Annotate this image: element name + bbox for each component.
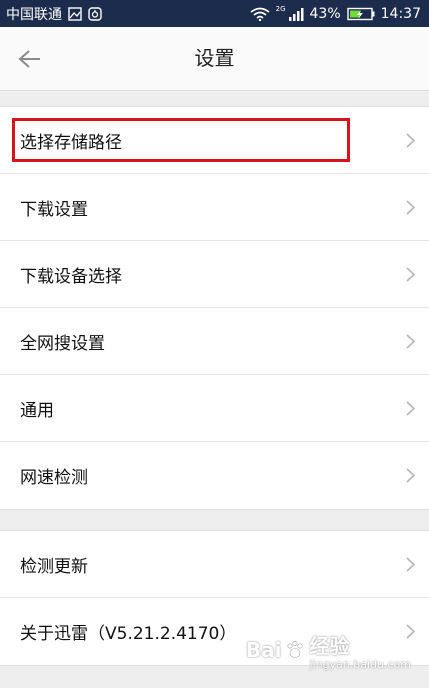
notification-icon	[88, 6, 102, 21]
wifi-icon	[250, 7, 270, 21]
settings-group-main: 选择存储路径 下载设置 下载设备选择 全网搜设置 通用 网速检测	[0, 106, 429, 510]
clock: 14:37	[380, 5, 421, 22]
battery-percent: 43%	[309, 5, 341, 22]
settings-item-general[interactable]: 通用	[0, 375, 429, 442]
settings-item-label: 选择存储路径	[20, 132, 122, 153]
settings-item-label: 下载设备选择	[20, 266, 122, 287]
settings-item-label: 检测更新	[20, 556, 88, 577]
settings-item-web-search[interactable]: 全网搜设置	[0, 308, 429, 375]
settings-item-label: 通用	[20, 400, 54, 421]
settings-group-about: 检测更新 关于迅雷（V5.21.2.4170）	[0, 530, 429, 666]
settings-item-speed-test[interactable]: 网速检测	[0, 442, 429, 509]
status-left: 中国联通	[6, 4, 102, 24]
image-icon	[68, 6, 82, 21]
chevron-right-icon	[406, 401, 415, 416]
page-title: 设置	[194, 46, 235, 70]
battery-icon	[346, 7, 375, 21]
settings-item-check-update[interactable]: 检测更新	[0, 531, 429, 598]
app-header: 设置	[0, 27, 429, 91]
chevron-right-icon	[406, 557, 415, 572]
settings-item-label: 网速检测	[20, 468, 88, 488]
settings-item-label: 关于迅雷（V5.21.2.4170）	[20, 624, 237, 644]
network-type-label: 2G	[275, 4, 286, 13]
settings-item-label: 全网搜设置	[20, 333, 105, 354]
status-right: 2G 43% 14:37	[250, 4, 421, 22]
status-bar: 中国联通 2G 43% 14:37	[0, 0, 429, 27]
carrier-label: 中国联通	[6, 6, 62, 23]
chevron-right-icon	[406, 133, 415, 148]
settings-item-download-settings[interactable]: 下载设置	[0, 174, 429, 241]
chevron-right-icon	[406, 200, 415, 215]
settings-item-storage-path[interactable]: 选择存储路径	[0, 107, 429, 174]
chevron-right-icon	[406, 334, 415, 349]
settings-item-about[interactable]: 关于迅雷（V5.21.2.4170）	[0, 598, 429, 665]
settings-item-download-device[interactable]: 下载设备选择	[0, 241, 429, 308]
signal-icon	[288, 7, 304, 21]
back-button[interactable]	[14, 44, 46, 74]
chevron-right-icon	[406, 267, 415, 282]
chevron-right-icon	[406, 468, 415, 483]
arrow-left-icon	[18, 50, 40, 68]
chevron-right-icon	[406, 624, 415, 639]
settings-item-label: 下载设置	[20, 199, 88, 220]
